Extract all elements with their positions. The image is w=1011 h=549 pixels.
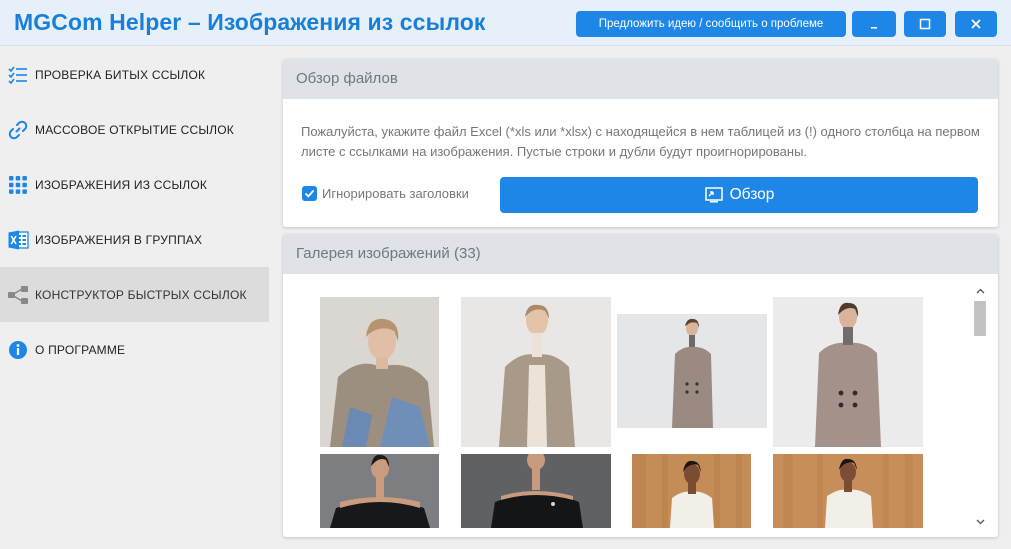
sidebar-item-label: ПРОВЕРКА БИТЫХ ССЫЛОК xyxy=(35,67,206,82)
gallery-thumbnails xyxy=(283,274,973,537)
maximize-icon xyxy=(919,18,931,30)
share-nodes-icon xyxy=(7,284,29,306)
checkbox-checked-icon[interactable] xyxy=(302,186,317,201)
maximize-button[interactable] xyxy=(904,11,946,37)
sidebar-item-label: КОНСТРУКТОР БЫСТРЫХ ССЫЛОК xyxy=(35,287,247,302)
sidebar-item-images-in-groups[interactable]: ИЗОБРАЖЕНИЯ В ГРУППАХ xyxy=(0,212,269,267)
thumbnail-image[interactable] xyxy=(632,454,751,528)
link-icon xyxy=(7,119,29,141)
sidebar-item-label: ИЗОБРАЖЕНИЯ ИЗ ССЫЛОК xyxy=(35,177,208,192)
ignore-headers-label: Игнорировать заголовки xyxy=(322,186,469,201)
excel-icon xyxy=(7,229,29,251)
checklist-icon xyxy=(7,64,29,86)
info-icon xyxy=(7,339,29,361)
sidebar-item-quick-links-builder[interactable]: КОНСТРУКТОР БЫСТРЫХ ССЫЛОК xyxy=(0,267,269,322)
minimize-button[interactable] xyxy=(852,11,896,37)
thumbnail-image[interactable] xyxy=(461,454,611,528)
panel-header-gallery: Галерея изображений (33) xyxy=(283,234,998,274)
browse-button[interactable]: Обзор xyxy=(500,177,978,213)
file-instructions: Пожалуйста, укажите файл Excel (*xls или… xyxy=(301,124,980,159)
monitor-cast-icon xyxy=(704,187,723,203)
chevron-down-icon xyxy=(976,519,984,525)
sidebar-item-images-from-links[interactable]: ИЗОБРАЖЕНИЯ ИЗ ССЫЛОК xyxy=(0,157,269,212)
close-icon xyxy=(971,19,981,29)
sidebar-item-about[interactable]: О ПРОГРАММЕ xyxy=(0,322,269,377)
thumbnail-image[interactable] xyxy=(773,297,923,447)
grid-dots-icon xyxy=(7,174,29,196)
thumbnail-image[interactable] xyxy=(320,454,439,528)
file-browse-panel: Обзор файлов Пожалуйста, укажите файл Ex… xyxy=(283,59,998,227)
scroll-down-arrow[interactable] xyxy=(972,515,988,529)
thumbnail-image[interactable] xyxy=(617,314,767,428)
scrollbar-thumb[interactable] xyxy=(974,301,986,336)
title-bar: MGCom Helper – Изображения из ссылок Пре… xyxy=(0,0,1011,46)
thumbnail-image[interactable] xyxy=(320,297,439,447)
gallery-scrollbar[interactable] xyxy=(972,284,988,529)
image-gallery-panel: Галерея изображений (33) xyxy=(283,234,998,537)
thumbnail-image[interactable] xyxy=(773,454,923,528)
app-title: MGCom Helper – Изображения из ссылок xyxy=(14,9,486,35)
sidebar-item-label: МАССОВОЕ ОТКРЫТИЕ ССЫЛОК xyxy=(35,122,234,137)
browse-button-label: Обзор xyxy=(729,186,775,203)
sidebar: ПРОВЕРКА БИТЫХ ССЫЛОК МАССОВОЕ ОТКРЫТИЕ … xyxy=(0,47,270,549)
minimize-icon xyxy=(871,27,877,29)
suggest-idea-button[interactable]: Предложить идею / сообщить о проблеме xyxy=(576,11,846,37)
sidebar-item-mass-open[interactable]: МАССОВОЕ ОТКРЫТИЕ ССЫЛОК xyxy=(0,102,269,157)
sidebar-item-broken-links[interactable]: ПРОВЕРКА БИТЫХ ССЫЛОК xyxy=(0,47,269,102)
scroll-up-arrow[interactable] xyxy=(972,284,988,298)
sidebar-item-label: ИЗОБРАЖЕНИЯ В ГРУППАХ xyxy=(35,232,203,247)
close-button[interactable] xyxy=(955,11,997,37)
ignore-headers-checkbox[interactable]: Игнорировать заголовки xyxy=(302,186,469,201)
thumbnail-image[interactable] xyxy=(461,297,611,447)
panel-header-files: Обзор файлов xyxy=(283,59,998,99)
sidebar-item-label: О ПРОГРАММЕ xyxy=(35,342,126,357)
chevron-up-icon xyxy=(976,288,984,294)
